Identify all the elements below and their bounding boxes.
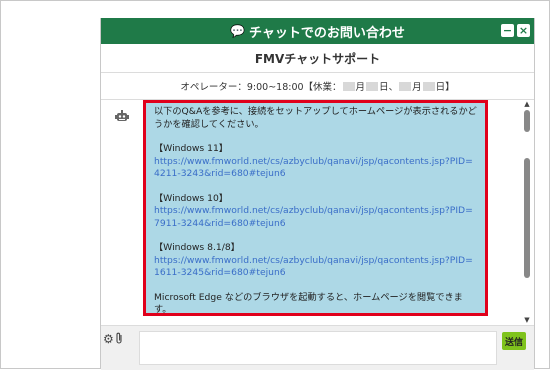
hours-month-2: 月 (412, 82, 422, 93)
scroll-up-arrow-icon[interactable]: ▲ (523, 100, 531, 108)
hours-day-2: 日】 (435, 82, 455, 93)
redacted-day (422, 81, 435, 91)
scrollbar-thumb[interactable] (524, 158, 530, 278)
robot-icon (115, 110, 129, 121)
hours-month-1: 月 (355, 82, 366, 93)
chat-titlebar: 💬 チャットでのお問い合わせ − × (101, 18, 534, 44)
message-scrollbar[interactable]: ▲ ▼ (522, 100, 532, 324)
redacted-day (366, 81, 379, 91)
chat-title: チャットでのお問い合わせ (249, 25, 405, 41)
section-title-win10: 【Windows 10】 (154, 192, 228, 204)
scrollbar-thumb-top[interactable] (524, 110, 530, 132)
section-title-win81: 【Windows 8.1/8】 (154, 242, 240, 253)
send-button[interactable]: 送信 (502, 332, 526, 350)
chat-bubble-icon: 💬 (230, 24, 246, 38)
link-win10[interactable]: https://www.fmworld.net/cs/azbyclub/qana… (154, 205, 473, 229)
input-bar: ⚙ 送信 (101, 325, 534, 370)
chat-window: 💬 チャットでのお問い合わせ − × FMVチャットサポート オペレーター：9:… (100, 18, 535, 370)
bot-message-bubble: 以下のQ&Aを参考に、接続をセットアップしてホームページが表示されるかどうかを確… (143, 100, 488, 316)
hours-prefix: オペレーター：9:00~18:00【休業： (180, 82, 342, 93)
redacted-month (399, 81, 412, 91)
hours-day-1: 日、 (379, 82, 399, 93)
paperclip-icon[interactable] (115, 332, 124, 345)
section-title-win11: 【Windows 11】 (154, 143, 228, 154)
operator-hours: オペレーター：9:00~18:00【休業： 月 日、 月 日】 (101, 73, 534, 100)
link-win11[interactable]: https://www.fmworld.net/cs/azbyclub/qana… (154, 156, 473, 180)
redacted-month (342, 81, 355, 91)
scroll-down-arrow-icon[interactable]: ▼ (523, 316, 531, 324)
minimize-button[interactable]: − (501, 24, 514, 37)
chat-subtitle: FMVチャットサポート (101, 44, 534, 73)
message-input[interactable] (139, 331, 497, 365)
message-outro: Microsoft Edge などのブラウザを起動すると、ホームページを閲覧でき… (154, 291, 463, 315)
message-intro: 以下のQ&Aを参考に、接続をセットアップしてホームページが表示されるかどうかを確… (154, 106, 477, 130)
close-button[interactable]: × (517, 24, 530, 37)
link-win81[interactable]: https://www.fmworld.net/cs/azbyclub/qana… (154, 255, 473, 279)
gear-icon[interactable]: ⚙ (103, 332, 114, 346)
message-area: 以下のQ&Aを参考に、接続をセットアップしてホームページが表示されるかどうかを確… (101, 100, 534, 324)
